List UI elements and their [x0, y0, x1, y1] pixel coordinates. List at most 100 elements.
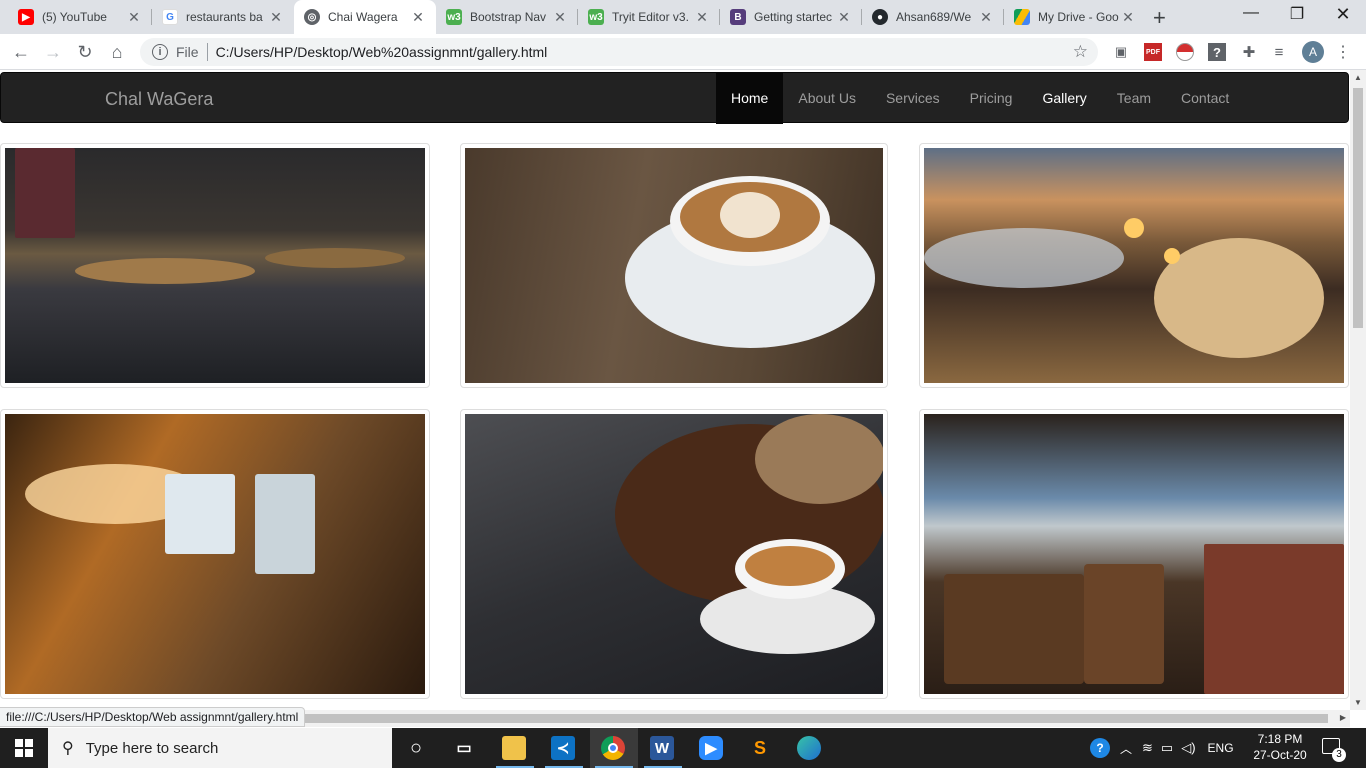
close-icon[interactable]: ✕ [1120, 9, 1136, 26]
site-brand[interactable]: Chal WaGera [105, 89, 213, 110]
wifi-icon[interactable]: ≋ [1142, 740, 1153, 756]
globe-icon: ◎ [304, 9, 320, 25]
help-icon[interactable]: ? [1090, 738, 1110, 758]
gallery-thumbnail[interactable] [0, 409, 430, 699]
nav-about-us[interactable]: About Us [783, 73, 871, 124]
github-icon: ● [872, 9, 888, 25]
zoom-icon[interactable]: ▶ [699, 736, 723, 760]
nav-pricing[interactable]: Pricing [955, 73, 1028, 124]
nav-contact[interactable]: Contact [1166, 73, 1244, 124]
close-icon[interactable]: ✕ [978, 9, 994, 26]
tab-title: Ahsan689/We [896, 10, 972, 24]
gallery-thumbnail[interactable] [460, 143, 888, 388]
pokeball-extension-icon[interactable] [1176, 43, 1194, 61]
tab-bootstrap-nav[interactable]: w3 Bootstrap Nav ✕ [436, 0, 578, 34]
edge-icon[interactable] [797, 736, 821, 760]
back-icon[interactable]: ← [10, 41, 32, 63]
tab-title: (5) YouTube [42, 10, 107, 24]
close-icon[interactable]: ✕ [410, 9, 426, 26]
media-control-icon[interactable]: ≡ [1270, 43, 1288, 61]
latte-art-coffee-photo [465, 148, 883, 383]
bootstrap-icon: B [730, 9, 746, 25]
menu-dots-icon[interactable]: ⋮ [1334, 43, 1352, 61]
vertical-scrollbar[interactable]: ▲ ▼ [1350, 70, 1366, 710]
help-extension-icon[interactable]: ? [1208, 43, 1226, 61]
system-tray: ? ︿ ≋ ▭ ◁) ENG [1090, 728, 1234, 768]
close-icon[interactable]: ✕ [694, 9, 710, 26]
tab-title: Tryit Editor v3. [612, 10, 689, 24]
scrollbar-thumb[interactable] [1353, 88, 1363, 328]
tab-youtube[interactable]: ▶ (5) YouTube ✕ [8, 0, 152, 34]
volume-icon[interactable]: ◁) [1181, 740, 1195, 756]
clock-date: 27-Oct-20 [1253, 748, 1307, 762]
youtube-icon: ▶ [18, 9, 34, 25]
address-bar[interactable]: i File C:/Users/HP/Desktop/Web%20assignm… [140, 38, 1098, 66]
taskbar-search[interactable]: ⚲ Type here to search [48, 728, 392, 768]
new-tab-button[interactable]: + [1153, 5, 1166, 31]
tab-my-drive[interactable]: My Drive - Goo ✕ [1004, 0, 1146, 34]
avatar[interactable]: A [1302, 41, 1324, 63]
clock[interactable]: 7:18 PM 27-Oct-20 [1252, 731, 1308, 763]
rooftop-terrace-photo [924, 414, 1344, 694]
search-icon: ⚲ [62, 740, 74, 757]
sublime-icon[interactable]: S [748, 736, 772, 760]
tab-title: Chai Wagera [328, 10, 398, 24]
vscode-icon[interactable]: ≺ [551, 736, 575, 760]
tab-strip: ▶ (5) YouTube ✕ G restaurants ba ✕ ◎ Cha… [0, 0, 1366, 34]
reload-icon[interactable]: ↻ [74, 41, 96, 63]
windows-logo-icon [15, 739, 33, 757]
close-window-button[interactable]: ✕ [1320, 4, 1366, 25]
beach-dinner-photo [924, 148, 1344, 383]
nav-services[interactable]: Services [871, 73, 955, 124]
close-icon[interactable]: ✕ [836, 9, 852, 26]
gallery-thumbnail[interactable] [919, 143, 1349, 388]
tab-chai-wagera[interactable]: ◎ Chai Wagera ✕ [294, 0, 436, 34]
tab-getting-started[interactable]: B Getting startec ✕ [720, 0, 862, 34]
tab-title: Getting startec [754, 10, 833, 24]
tab-tryit-editor[interactable]: w3 Tryit Editor v3. ✕ [578, 0, 720, 34]
w3schools-icon: w3 [446, 9, 462, 25]
notification-badge: 3 [1332, 748, 1346, 762]
google-icon: G [162, 9, 178, 25]
gallery-thumbnail[interactable] [919, 409, 1349, 699]
language-indicator[interactable]: ENG [1208, 741, 1234, 755]
tab-title: Bootstrap Nav [470, 10, 547, 24]
close-icon[interactable]: ✕ [552, 9, 568, 26]
nav-team[interactable]: Team [1102, 73, 1166, 124]
home-icon[interactable]: ⌂ [106, 41, 128, 63]
site-navbar: Chal WaGera Home About Us Services Prici… [0, 72, 1349, 124]
google-drive-icon [1014, 9, 1030, 25]
pdf-extension-icon[interactable]: PDF [1144, 43, 1162, 61]
chevron-up-icon[interactable]: ︿ [1120, 740, 1132, 757]
cortana-icon[interactable]: ○ [404, 736, 428, 760]
puzzle-icon[interactable]: ✚ [1240, 43, 1258, 61]
file-explorer-icon[interactable] [502, 736, 526, 760]
minimize-button[interactable]: — [1228, 4, 1274, 22]
nav-home[interactable]: Home [716, 73, 784, 124]
chrome-icon[interactable] [601, 736, 625, 760]
tab-title: restaurants ba [186, 10, 263, 24]
forward-icon[interactable]: → [42, 41, 64, 63]
tab-github[interactable]: ● Ahsan689/We ✕ [862, 0, 1004, 34]
extension-icon[interactable]: ▣ [1112, 43, 1130, 61]
lounge-bar-photo [5, 414, 425, 694]
bookmark-star-icon[interactable]: ☆ [1073, 42, 1088, 62]
word-icon[interactable]: W [650, 736, 674, 760]
battery-icon[interactable]: ▭ [1161, 740, 1173, 756]
tab-title: My Drive - Goo [1038, 10, 1119, 24]
close-icon[interactable]: ✕ [268, 9, 284, 26]
w3schools-icon: w3 [588, 9, 604, 25]
gallery-thumbnail[interactable] [0, 143, 430, 388]
url-text[interactable]: C:/Users/HP/Desktop/Web%20assignmnt/gall… [216, 44, 548, 60]
start-button[interactable] [0, 728, 48, 768]
nav-gallery[interactable]: Gallery [1027, 73, 1101, 124]
coffee-beans-photo [465, 414, 883, 694]
task-view-icon[interactable]: ▭ [452, 736, 476, 760]
windows-taskbar: ⚲ Type here to search ○ ▭ ≺ W ▶ S ? ︿ ≋ … [0, 728, 1366, 768]
restore-button[interactable]: ❐ [1274, 4, 1320, 24]
info-icon[interactable]: i [152, 44, 168, 60]
tab-restaurants[interactable]: G restaurants ba ✕ [152, 0, 294, 34]
close-icon[interactable]: ✕ [126, 9, 142, 26]
restaurant-interior-photo [5, 148, 425, 383]
gallery-thumbnail[interactable] [460, 409, 888, 699]
